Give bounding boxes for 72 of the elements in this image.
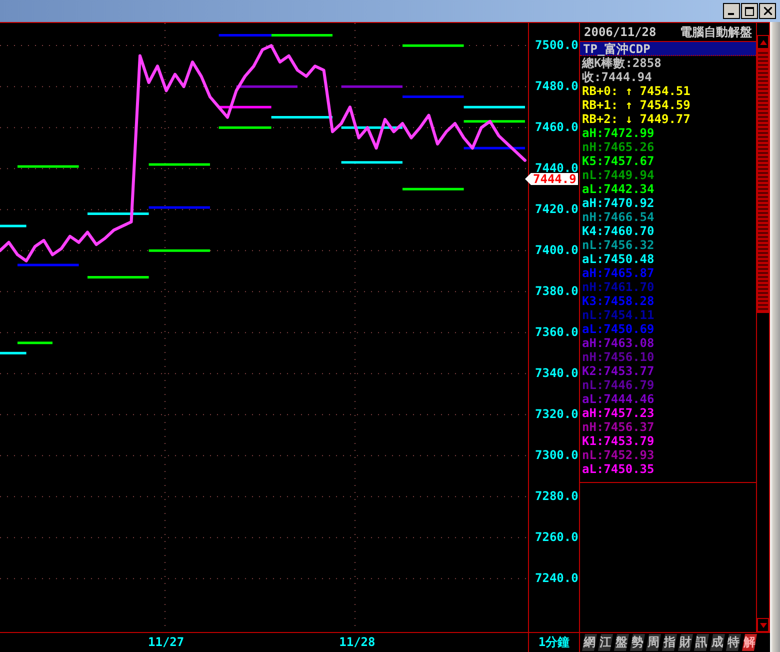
down-triangle-icon: [760, 622, 766, 628]
signal-row-text: RB+2: ↓ 7449.77: [581, 112, 692, 126]
scrollbar[interactable]: [756, 23, 770, 632]
date-label: 11/28: [339, 634, 376, 651]
info-row-text: 總K棒數:2858: [580, 56, 662, 70]
level-row-text: nL:7454.11: [581, 308, 656, 322]
price-label: 7400.0: [535, 243, 578, 257]
tab[interactable]: 成: [710, 634, 725, 651]
level-row-text: aH:7463.08: [581, 336, 656, 350]
price-label: 7500.0: [535, 38, 578, 52]
tab[interactable]: 周: [646, 634, 661, 651]
level-row-text: nH:7456.37: [581, 420, 656, 434]
current-price-tag: 7444.9: [525, 173, 578, 185]
tab[interactable]: 特: [726, 634, 741, 651]
tab[interactable]: 財: [678, 634, 693, 651]
signal-row-text: RB+0: ↑ 7454.51: [581, 84, 692, 98]
price-label: 7300.0: [535, 448, 578, 462]
level-row-text: aL:7444.46: [581, 392, 656, 406]
level-row-text: aH:7470.92: [581, 196, 656, 210]
level-row-text: K5:7457.67: [581, 154, 656, 168]
price-label: 7420.0: [535, 202, 578, 216]
interval-label[interactable]: 1分鐘: [528, 633, 580, 652]
tab[interactable]: 江: [598, 634, 613, 651]
level-row-text: aL:7442.34: [581, 182, 656, 196]
level-row-text: aH:7472.99: [581, 126, 656, 140]
level-row-text: nL:7452.93: [581, 448, 656, 462]
price-label: 7260.0: [535, 530, 578, 544]
price-label: 7480.0: [535, 79, 578, 93]
price-label: 7340.0: [535, 366, 578, 380]
tab[interactable]: 勢: [630, 634, 645, 651]
scroll-down-button[interactable]: [757, 618, 769, 632]
level-row-text: nH:7461.70: [581, 280, 656, 294]
maximize-icon: [745, 6, 754, 16]
signal-row-text: RB+1: ↑ 7454.59: [581, 98, 692, 112]
tab[interactable]: 訊: [694, 634, 709, 651]
level-row-text: nL:7456.32: [581, 238, 656, 252]
price-label: 7380.0: [535, 284, 578, 298]
level-row-text: aH:7457.23: [581, 406, 656, 420]
level-row-text: K2:7453.77: [581, 364, 656, 378]
up-triangle-icon: [760, 40, 766, 44]
level-row-text: nL:7446.79: [581, 378, 656, 392]
close-button[interactable]: [759, 3, 776, 19]
symbol-row: TP_富沖CDP: [580, 42, 756, 56]
level-row-text: nL:7449.94: [581, 168, 656, 182]
scroll-up-button[interactable]: [757, 35, 769, 49]
price-label: 7320.0: [535, 407, 578, 421]
level-row-text: aH:7465.87: [581, 266, 656, 280]
date-label: 11/27: [148, 634, 184, 651]
price-label: 7360.0: [535, 325, 578, 339]
panel-title: 電腦自動解盤: [680, 24, 752, 40]
level-row-text: nH:7466.54: [581, 210, 656, 224]
price-label: 7460.0: [535, 120, 578, 134]
level-row-text: aL:7450.35: [581, 462, 656, 476]
price-label: 7440.0: [535, 161, 578, 175]
close-icon: [764, 7, 772, 15]
panel-date: 2006/11/28: [584, 25, 656, 39]
level-row-text: aL:7450.69: [581, 322, 656, 336]
price-label: 7240.0: [535, 571, 578, 585]
info-row-text: 收:7444.94: [581, 70, 653, 84]
level-row-text: nH:7456.10: [581, 350, 656, 364]
level-row-text: K1:7453.79: [581, 434, 656, 448]
minimize-button[interactable]: [723, 3, 740, 19]
tab[interactable]: 盤: [614, 634, 629, 651]
level-row-text: aL:7450.48: [581, 252, 656, 266]
scroll-thumb[interactable]: [757, 49, 769, 313]
tab[interactable]: 網: [582, 634, 597, 651]
tab[interactable]: 指: [662, 634, 677, 651]
level-row-text: nH:7465.26: [581, 140, 656, 154]
level-row-text: K4:7460.70: [581, 224, 656, 238]
level-row-text: K3:7458.28: [581, 294, 656, 308]
price-label: 7280.0: [535, 489, 578, 503]
maximize-button[interactable]: [741, 3, 758, 19]
